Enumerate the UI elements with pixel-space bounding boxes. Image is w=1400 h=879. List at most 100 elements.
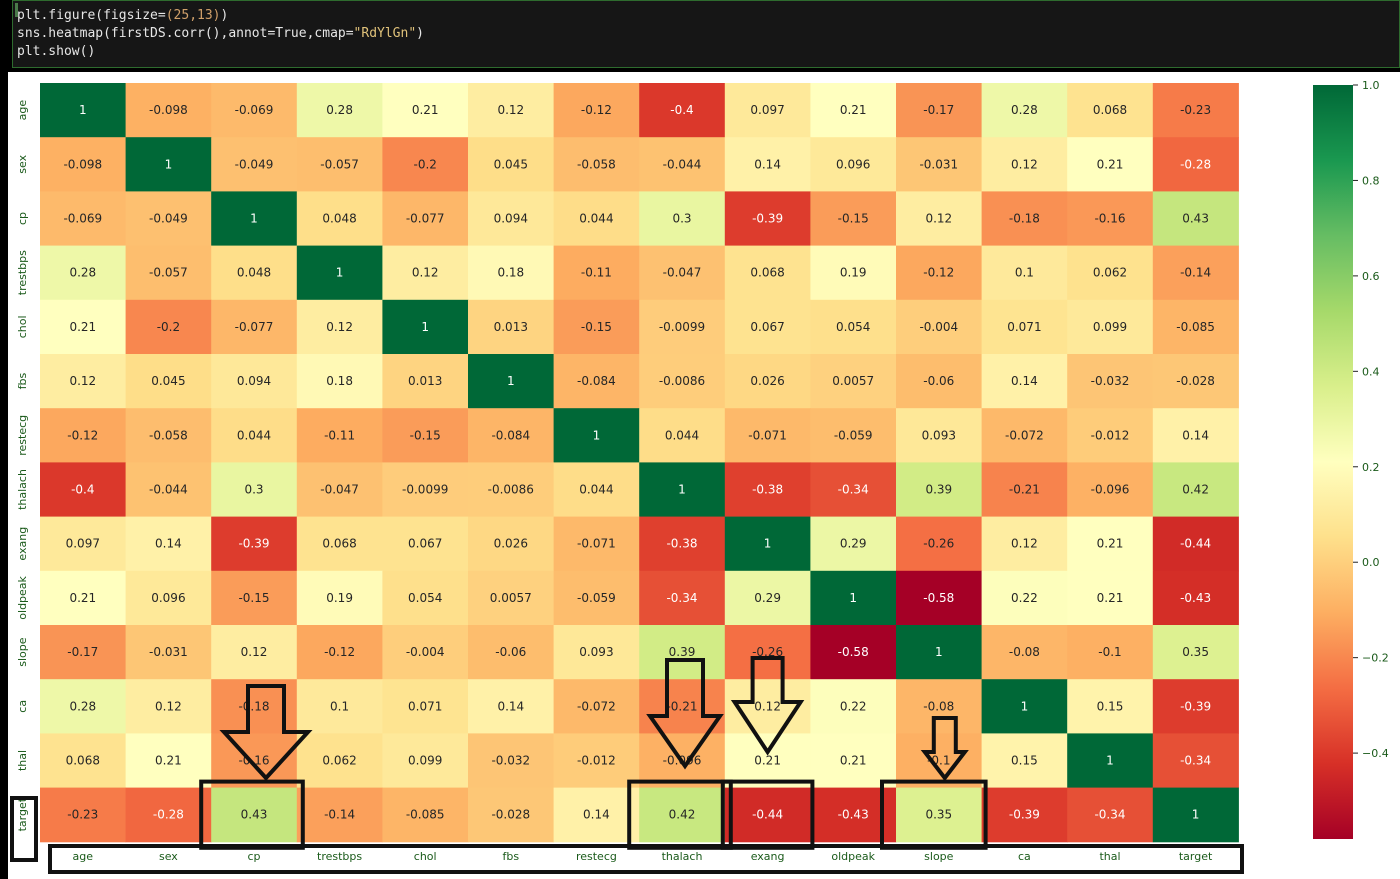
- cell-value-label: -0.06: [923, 374, 954, 388]
- cell-value-label: 0.14: [754, 157, 781, 171]
- cell-value-label: 0.15: [1011, 754, 1038, 768]
- cell-value-label: -0.21: [666, 699, 697, 713]
- cell-value-label: -0.028: [491, 808, 530, 822]
- cell-value-label: 0.12: [925, 212, 952, 226]
- cell-value-label: -0.11: [581, 266, 612, 280]
- cell-value-label: -0.084: [577, 374, 616, 388]
- cell-value-label: -0.43: [1180, 591, 1211, 605]
- plot-output: 1 -0.098 -0.069 0.28 0.21 0.12 -0.12 -0.4 0.097 0…: [8, 72, 1400, 879]
- cell-value-label: -0.58: [923, 591, 954, 605]
- cell-value-label: -0.004: [406, 645, 445, 659]
- row-tick-label: trestbps: [16, 250, 29, 295]
- cell-value-label: -0.077: [406, 212, 445, 226]
- cell-value-label: 1: [336, 266, 344, 280]
- cell-value-label: -0.39: [238, 537, 269, 551]
- colorbar-tick-label: 0.2: [1362, 461, 1380, 474]
- cell-value-label: -0.0086: [488, 483, 534, 497]
- cell-value-label: -0.14: [1180, 266, 1211, 280]
- cell-value-label: 0.28: [1011, 103, 1038, 117]
- code-string: "RdYlGn": [353, 26, 417, 41]
- row-tick-label: oldpeak: [16, 575, 29, 619]
- cell-value-label: -0.08: [1009, 645, 1040, 659]
- cell-value-label: -0.39: [1180, 699, 1211, 713]
- cell-value-label: 0.14: [583, 808, 610, 822]
- colorbar-tick-label: 0.6: [1362, 270, 1380, 283]
- cell-value-label: -0.38: [666, 537, 697, 551]
- cell-value-label: 0.12: [754, 699, 781, 713]
- cell-value-label: 0.19: [326, 591, 353, 605]
- cell-value-label: -0.34: [1094, 808, 1125, 822]
- cell-value-label: 0.21: [1097, 157, 1124, 171]
- cell-value-label: -0.14: [324, 808, 355, 822]
- cell-value-label: 0.094: [494, 212, 528, 226]
- cell-value-label: 0.21: [1097, 591, 1124, 605]
- cell-value-label: 0.3: [244, 483, 263, 497]
- cell-value-label: 0.42: [669, 808, 696, 822]
- cell-value-label: -0.0086: [659, 374, 705, 388]
- cell-value-label: -0.39: [1009, 808, 1040, 822]
- colorbar-tick-label: 1.0: [1362, 79, 1380, 92]
- cell-value-label: 0.013: [494, 320, 528, 334]
- cell-value-label: 1: [849, 591, 857, 605]
- row-tick-label: age: [16, 100, 29, 121]
- heatmap-chart: 1 -0.098 -0.069 0.28 0.21 0.12 -0.12 -0.4 0.097 0…: [10, 79, 1389, 874]
- row-tick-label: exang: [16, 527, 29, 561]
- col-tick-label: oldpeak: [831, 850, 875, 863]
- cell-value-label: 0.28: [69, 699, 96, 713]
- cell-value-label: 0.21: [69, 591, 96, 605]
- cell-value-label: -0.38: [752, 483, 783, 497]
- code-cell[interactable]: plt.figure(figsize=(25,13)) sns.heatmap(…: [12, 0, 1400, 68]
- cell-value-label: 0.14: [497, 699, 524, 713]
- cell-value-label: -0.06: [495, 645, 526, 659]
- cell-value-label: -0.058: [577, 157, 616, 171]
- code-line-1: plt.figure(figsize=(25,13)): [17, 7, 1399, 25]
- cell-value-label: 0.013: [408, 374, 442, 388]
- col-tick-label: cp: [247, 850, 260, 863]
- cell-value-label: 0.044: [237, 428, 271, 442]
- cell-value-label: -0.15: [838, 212, 869, 226]
- cell-value-label: 1: [250, 212, 258, 226]
- cell-value-label: -0.098: [149, 103, 188, 117]
- cell-value-label: 0.39: [669, 645, 696, 659]
- cell-value-label: 1: [507, 374, 515, 388]
- cell-value-label: 1: [1192, 808, 1200, 822]
- cell-value-label: -0.39: [752, 212, 783, 226]
- col-tick-label: fbs: [503, 850, 520, 863]
- cell-value-label: 0.12: [497, 103, 524, 117]
- cell-value-label: -0.032: [1091, 374, 1130, 388]
- cell-value-label: 0.068: [322, 537, 356, 551]
- cell-value-label: -0.18: [238, 699, 269, 713]
- cell-value-label: 0.054: [836, 320, 870, 334]
- cell-value-label: 0.12: [412, 266, 439, 280]
- cell-value-label: 0.21: [1097, 537, 1124, 551]
- column-labels-box: [48, 844, 1244, 874]
- cell-value-label: 0.093: [579, 645, 613, 659]
- cell-value-label: 0.044: [665, 428, 699, 442]
- cell-value-label: -0.15: [410, 428, 441, 442]
- row-tick-label: sex: [16, 154, 29, 173]
- cell-value-label: 0.19: [840, 266, 867, 280]
- cell-value-label: -0.069: [235, 103, 274, 117]
- cell-value-label: -0.096: [1091, 483, 1130, 497]
- cell-value-label: -0.2: [413, 157, 436, 171]
- cell-value-label: 0.12: [69, 374, 96, 388]
- cell-value-label: -0.16: [1094, 212, 1125, 226]
- cell-value-label: 0.1: [330, 699, 349, 713]
- colorbar: [1313, 85, 1353, 839]
- code-line-3: plt.show(): [17, 44, 96, 59]
- cell-value-label: 1: [678, 483, 686, 497]
- cell-value-label: -0.2: [157, 320, 180, 334]
- cell-value-label: -0.15: [238, 591, 269, 605]
- cell-value-label: 0.18: [326, 374, 353, 388]
- cell-value-label: 0.068: [750, 266, 784, 280]
- col-tick-label: trestbps: [317, 850, 362, 863]
- cell-value-label: 1: [764, 537, 772, 551]
- cell-value-label: -0.085: [406, 808, 445, 822]
- col-tick-label: ca: [1018, 850, 1031, 863]
- row-tick-label: slope: [16, 637, 29, 666]
- cell-value-label: 0.43: [1182, 212, 1209, 226]
- cell-value-label: 1: [165, 157, 173, 171]
- cell-value-label: -0.12: [923, 266, 954, 280]
- cell-value-label: -0.0099: [402, 483, 448, 497]
- cell-value-label: -0.077: [235, 320, 274, 334]
